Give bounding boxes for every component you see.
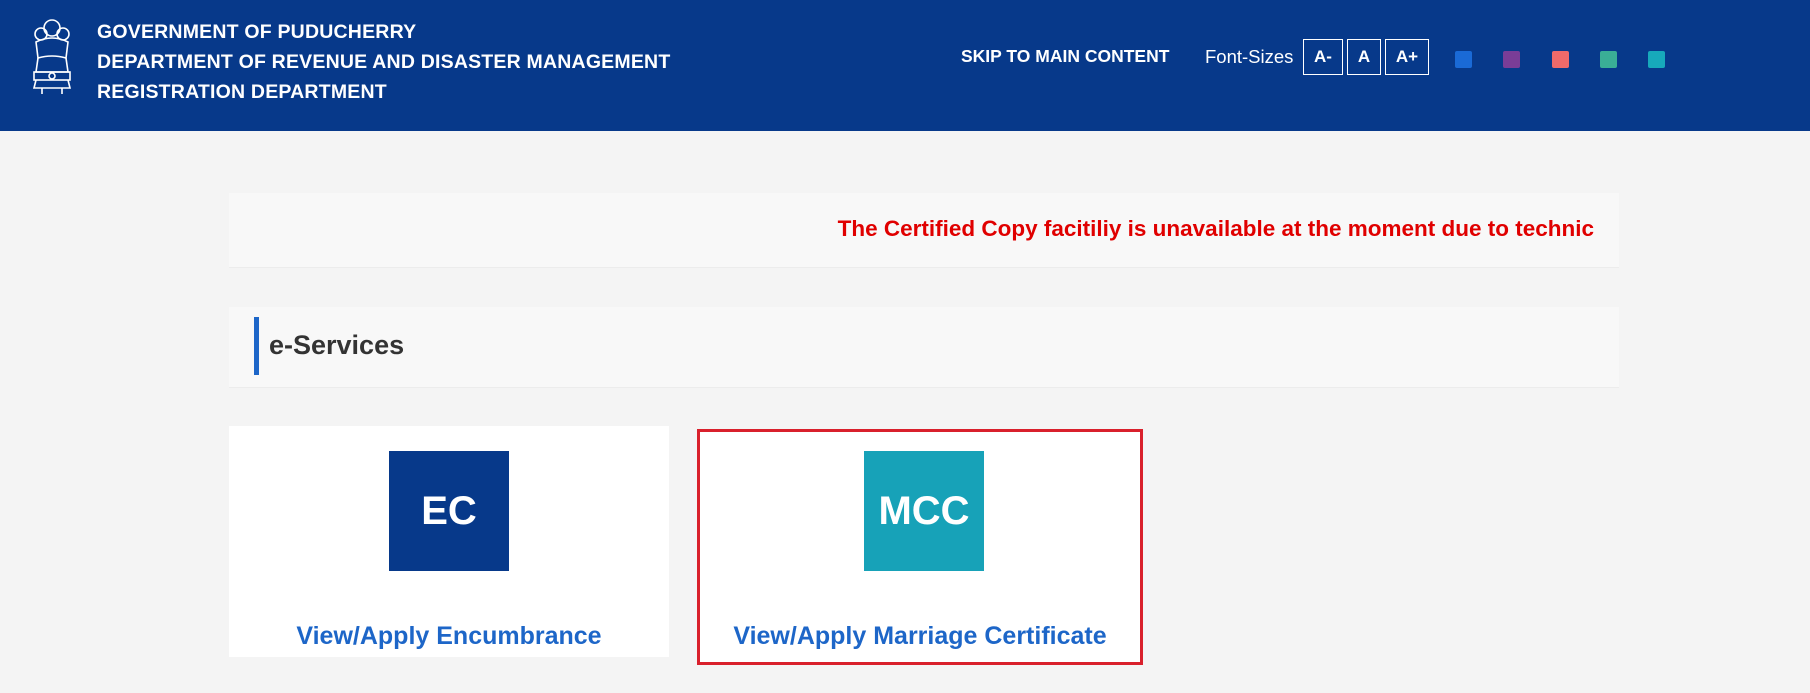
section-accent-bar [254,317,259,375]
notice-text: The Certified Copy facitiliy is unavaila… [837,216,1594,241]
service-card-ec[interactable]: EC View/Apply Encumbrance [229,426,669,657]
font-decrease-button[interactable]: A- [1303,39,1343,75]
theme-color-green[interactable] [1600,51,1617,68]
font-increase-button[interactable]: A+ [1385,39,1429,75]
organization-name: GOVERNMENT OF PUDUCHERRY DEPARTMENT OF R… [97,17,670,107]
ec-tile: EC [389,451,509,571]
theme-color-blue[interactable] [1455,51,1472,68]
theme-color-teal[interactable] [1648,51,1665,68]
services-title: e-Services [269,330,405,360]
national-emblem-icon [32,19,72,94]
view-apply-encumbrance-link[interactable]: View/Apply Encumbrance [229,622,669,651]
services-header: e-Services [229,307,1619,388]
theme-color-coral[interactable] [1552,51,1569,68]
font-normal-button[interactable]: A [1347,39,1381,75]
mcc-tile: MCC [864,451,984,571]
service-card-mcc[interactable]: MCC View/Apply Marriage Certificate [697,429,1143,665]
org-line-department: DEPARTMENT OF REVENUE AND DISASTER MANAG… [97,51,671,73]
skip-to-main-content-link[interactable]: SKIP TO MAIN CONTENT [961,46,1169,67]
notice-banner: The Certified Copy facitiliy is unavaila… [229,193,1619,268]
theme-color-purple[interactable] [1503,51,1520,68]
view-apply-marriage-certificate-link[interactable]: View/Apply Marriage Certificate [700,622,1140,651]
org-line-government: GOVERNMENT OF PUDUCHERRY [97,21,417,43]
font-sizes-label: Font-Sizes [1205,46,1294,67]
site-header: GOVERNMENT OF PUDUCHERRY DEPARTMENT OF R… [0,0,1810,131]
org-line-registration: REGISTRATION DEPARTMENT [97,81,387,103]
